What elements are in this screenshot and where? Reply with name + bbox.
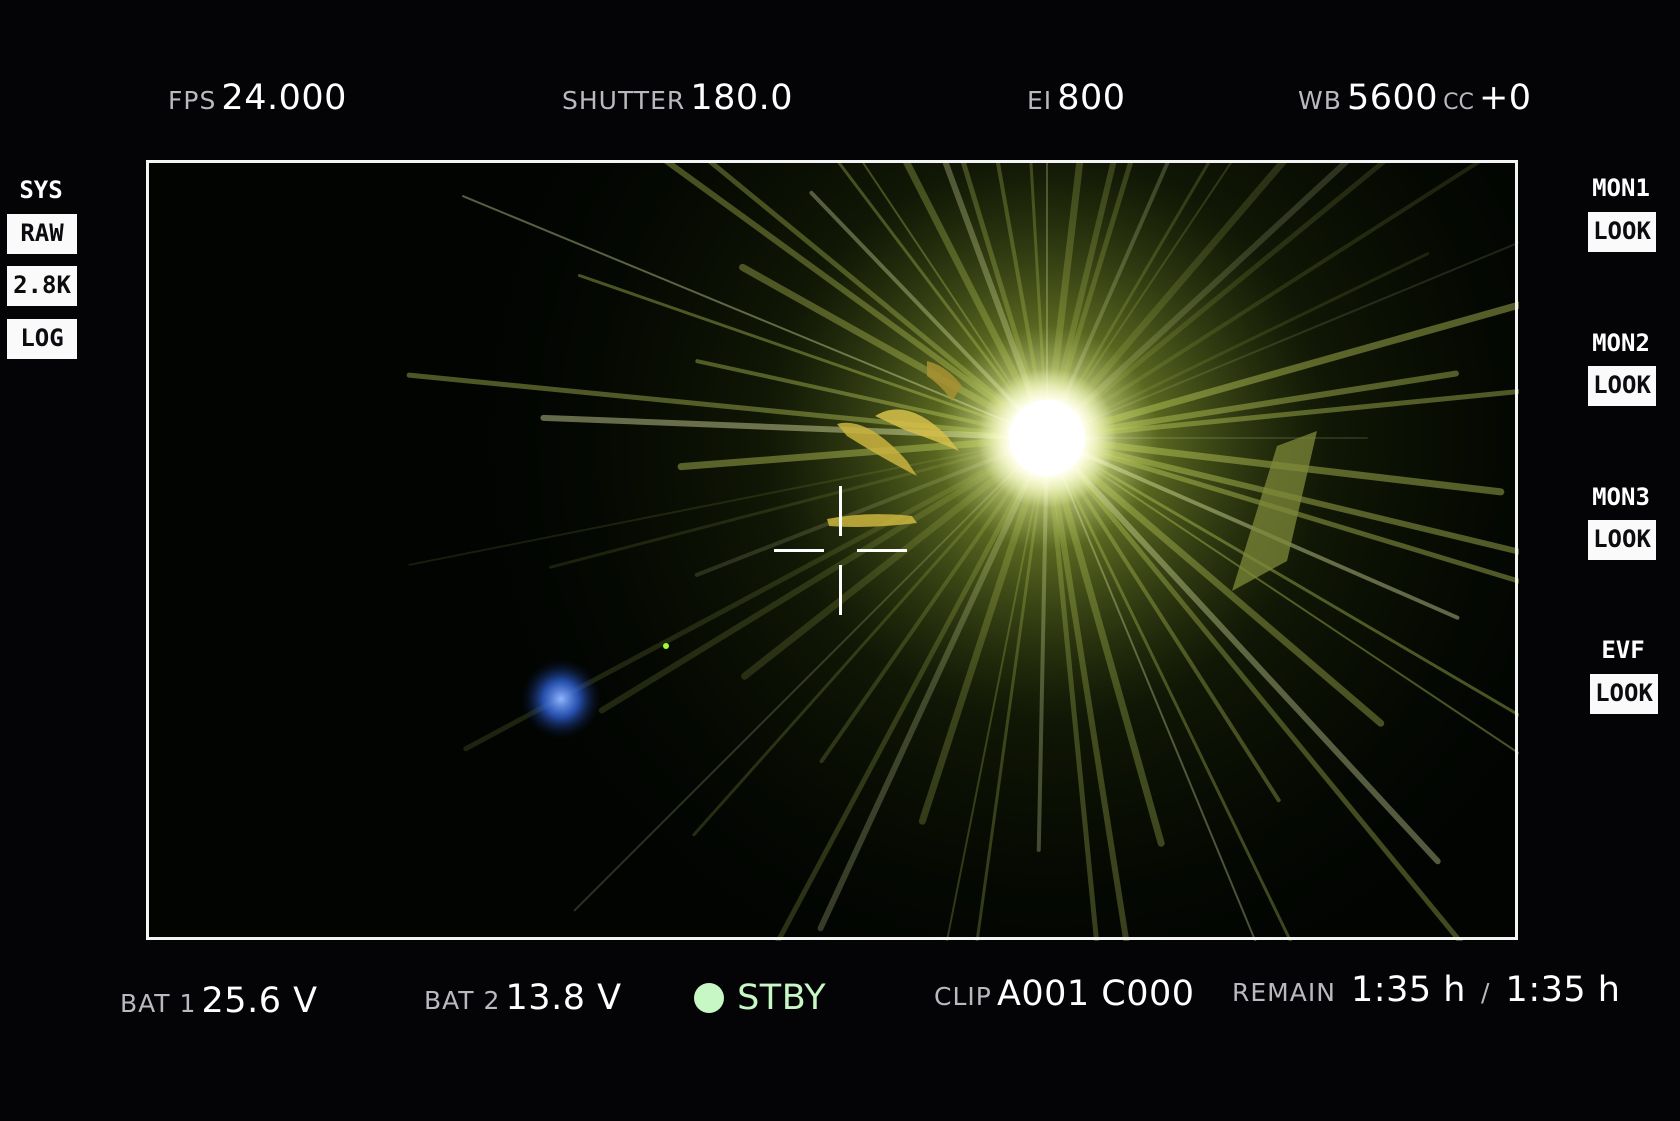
log-tag[interactable]: LOG <box>7 319 77 359</box>
mon1-look-tag[interactable]: LOOK <box>1588 212 1656 252</box>
raw-tag[interactable]: RAW <box>7 214 77 254</box>
battery1-label: BAT 1 <box>120 989 197 1018</box>
clip-readout[interactable]: CLIP A001 C000 <box>934 974 1195 1014</box>
battery1-readout[interactable]: BAT 1 25.6 V <box>120 981 318 1021</box>
remain-readout[interactable]: REMAIN 1:35 h / 1:35 h <box>1232 970 1620 1010</box>
wb-value: 5600 <box>1346 78 1439 118</box>
mon2-title: MON2 <box>1592 329 1650 357</box>
wb-readout[interactable]: WB 5600 CC +0 <box>1298 78 1532 118</box>
remain-separator: / <box>1481 978 1491 1007</box>
shutter-value: 180.0 <box>690 78 794 118</box>
cc-value: +0 <box>1478 78 1532 118</box>
fps-value: 24.000 <box>221 78 347 118</box>
frame-guide <box>146 160 1518 940</box>
mon1-title: MON1 <box>1592 174 1650 202</box>
shutter-label: SHUTTER <box>562 86 686 115</box>
battery2-label: BAT 2 <box>424 986 501 1015</box>
status-dot-icon <box>694 983 724 1013</box>
remain-value-2: 1:35 h <box>1505 970 1621 1010</box>
mon3-look-tag[interactable]: LOOK <box>1588 520 1656 560</box>
ei-label: EI <box>1027 86 1053 115</box>
resolution-tag[interactable]: 2.8K <box>7 266 77 306</box>
battery1-value: 25.6 V <box>201 981 318 1021</box>
status-text: STBY <box>737 978 827 1018</box>
shutter-readout[interactable]: SHUTTER 180.0 <box>562 78 793 118</box>
remain-value-1: 1:35 h <box>1351 970 1466 1010</box>
fps-readout[interactable]: FPS 24.000 <box>168 78 347 118</box>
evf-look-tag[interactable]: LOOK <box>1590 674 1658 714</box>
cc-label: CC <box>1443 90 1474 115</box>
clip-label: CLIP <box>934 982 992 1011</box>
clip-value: A001 C000 <box>996 974 1195 1014</box>
record-status[interactable]: STBY <box>694 978 826 1018</box>
battery2-readout[interactable]: BAT 2 13.8 V <box>424 978 622 1018</box>
mon3-title: MON3 <box>1592 483 1650 511</box>
fps-label: FPS <box>168 86 217 115</box>
mon2-look-tag[interactable]: LOOK <box>1588 366 1656 406</box>
battery2-value: 13.8 V <box>505 978 622 1018</box>
evf-title: EVF <box>1601 636 1645 664</box>
sys-title: SYS <box>19 176 63 204</box>
ei-value: 800 <box>1057 78 1126 118</box>
wb-label: WB <box>1298 86 1342 115</box>
remain-label: REMAIN <box>1232 978 1336 1007</box>
ei-readout[interactable]: EI 800 <box>1027 78 1126 118</box>
